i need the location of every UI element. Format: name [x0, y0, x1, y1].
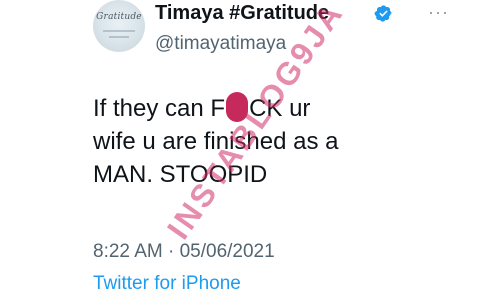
tweet-source-link[interactable]: Twitter for iPhone [93, 272, 241, 296]
tweet-text-part: If they can F [93, 95, 226, 122]
user-handle[interactable]: @timayatimaya [155, 32, 286, 56]
censor-mark [226, 92, 249, 122]
verified-badge-icon [374, 5, 392, 22]
tweet-timestamp[interactable]: 8:22 AM · 05/06/2021 [93, 240, 275, 264]
tweet-card: Gratitude Timaya #Gratitude ··· @timayat… [0, 0, 500, 296]
avatar[interactable]: Gratitude [93, 0, 145, 52]
tweet-text: If they can F CK ur wife u are finished a… [93, 92, 423, 191]
avatar-brand-text: Gratitude [96, 12, 142, 22]
avatar-decoration [109, 36, 129, 38]
display-name[interactable]: Timaya #Gratitude [155, 0, 329, 26]
avatar-decoration [103, 30, 135, 32]
more-options-icon[interactable]: ··· [428, 0, 449, 24]
